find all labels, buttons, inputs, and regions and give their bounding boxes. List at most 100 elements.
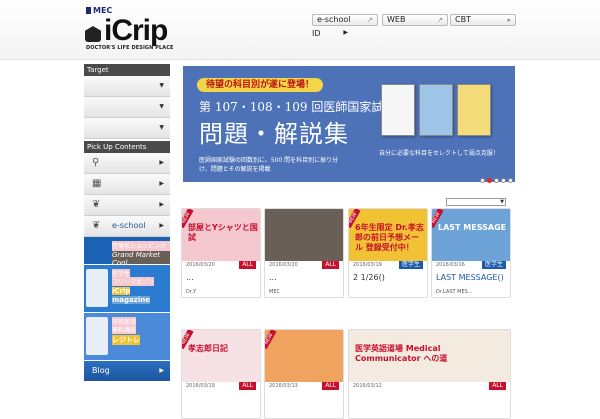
card-date: 2016/03/19 (186, 383, 215, 389)
card-thumbnail: 部屋とYシャツと国試 NEW (182, 209, 260, 261)
cbt-label: CBT (455, 15, 471, 24)
ad-line: フリーマガジン (112, 277, 155, 286)
ad-line: iCrip (112, 287, 131, 295)
book-cover-image (419, 84, 453, 136)
card-source: Dr.Y (186, 289, 197, 295)
content-card[interactable]: LAST MESSAGE NEW 2016/03/16 医学生 LAST MESSAGE… (431, 208, 511, 298)
target-item-1[interactable]: ▼ (84, 76, 170, 97)
banner-description: 医師国家試験の回数別に、500 問を科目別に振り分け、問題とその解説を掲載 (199, 157, 339, 173)
card-date: 2016/03/12 (353, 383, 382, 389)
card-thumbnail: LAST MESSAGE NEW (432, 209, 510, 261)
sort-select[interactable]: ▼ (446, 198, 506, 206)
card-date: 2016/03/13 (269, 383, 298, 389)
pickup-eschool[interactable]: ❦ e-school ▶ (84, 216, 170, 237)
target-item-2[interactable]: ▼ (84, 97, 170, 118)
thumbnail-text: 6年生限定 Dr.孝志郎の前日予想メール 登録受付中！ (355, 223, 424, 252)
card-title[interactable]: ... (269, 273, 341, 282)
id-label: ID (312, 29, 321, 38)
carousel-dot[interactable] (480, 178, 485, 183)
thumbnail-text: 医学英語道場 Medical Communicator への道 (355, 344, 448, 363)
card-source: MEC (269, 289, 280, 295)
carousel-dot[interactable] (494, 178, 499, 183)
target-heading: Target (84, 64, 170, 76)
card-date: 2016/03/19 (353, 262, 382, 268)
card-date: 2016/03/20 (186, 262, 215, 268)
eschool-button[interactable]: e-school ↗ (312, 14, 378, 26)
card-date: 2016/03/20 (269, 262, 298, 268)
card-thumbnail: NEW (265, 330, 343, 382)
icrip-logo-icon[interactable] (85, 26, 101, 42)
pickup-heading: Pick Up Contents (84, 141, 170, 153)
magazine-cover-image (86, 269, 108, 307)
thumbnail-text: 孝志郎日記 (188, 344, 228, 353)
card-category: 医学生 (481, 261, 506, 269)
card-category: ALL (489, 382, 506, 390)
chevron-right-icon: ▶ (159, 159, 164, 166)
external-link-icon: ↗ (367, 16, 373, 24)
grand-market-ad[interactable]: 医療系ショッピングサイト Grand Market Cool (84, 237, 170, 265)
card-category: 医学生 (398, 261, 423, 269)
leaf-icon: ❦ (92, 199, 101, 210)
book-cover-image (381, 84, 415, 136)
new-badge: NEW (265, 330, 277, 350)
chevron-right-icon: ▸ (507, 16, 511, 24)
carousel-dot[interactable] (501, 178, 506, 183)
card-category: ALL (239, 261, 256, 269)
icrip-logo[interactable]: iCrip (104, 16, 168, 46)
sidebar: Target ▼ ▼ ▼ Pick Up Contents ⚲ ▶ ▦ ▶ ❦ ▶ ❦… (84, 64, 170, 381)
web-button[interactable]: WEB ↗ (382, 14, 448, 26)
hero-banner[interactable]: 待望の科目別が遂に登場！ 第 107・108・109 回医師国家試験 問題・解説… (183, 66, 515, 182)
carousel-dot[interactable] (508, 178, 513, 183)
banner-side-text: 自分に必要な科目をセレクトして弱点克服！ (379, 150, 499, 157)
chevron-right-icon: ▶ (343, 29, 348, 36)
icrip-magazine-ad[interactable]: 医学生 フリーマガジン iCrip magazine (84, 265, 170, 313)
id-link[interactable]: ID ▶ (312, 29, 348, 38)
card-title[interactable]: ... (186, 273, 258, 282)
content-card[interactable]: 2016/03/20 ALL... MEC (264, 208, 344, 298)
pickup-search[interactable]: ⚲ ▶ (84, 153, 170, 174)
carousel-dot[interactable] (487, 178, 492, 183)
thumbnail-text: 部屋とYシャツと国試 (188, 223, 258, 242)
pickup-calendar[interactable]: ▦ ▶ (84, 174, 170, 195)
carousel-dots (480, 168, 515, 187)
card-date: 2016/03/16 (436, 262, 465, 268)
blog-label: Blog (92, 366, 110, 375)
chevron-right-icon: ▶ (159, 201, 164, 208)
content-card[interactable]: 孝志郎日記 NEW 2016/03/19 ALL (181, 329, 261, 419)
card-category: ALL (322, 382, 339, 390)
card-thumbnail (265, 209, 343, 261)
card-title[interactable]: LAST MESSAGE() (436, 273, 508, 282)
site-header: MEC iCrip DOCTOR'S LIFE DESIGN PLACE e-s… (0, 0, 600, 60)
card-thumbnail: 孝志郎日記 NEW (182, 330, 260, 382)
content-card[interactable]: NEW 2016/03/13 ALL (264, 329, 344, 419)
card-category: ALL (239, 382, 256, 390)
leaf-icon: ❦ (92, 220, 101, 231)
card-category: ALL (322, 261, 339, 269)
ad-line: レジトレ (112, 335, 140, 345)
eschool-link-label: e-school (112, 221, 146, 230)
chevron-right-icon: ▶ (159, 180, 164, 187)
content-card[interactable]: 部屋とYシャツと国試 NEW 2016/03/20 ALL... Dr.Y (181, 208, 261, 298)
external-link-icon: ↗ (437, 16, 443, 24)
card-thumbnail: 医学英語道場 Medical Communicator への道 (349, 330, 510, 382)
banner-tag: 待望の科目別が遂に登場！ (197, 78, 323, 92)
card-title[interactable]: 2 1/26() (353, 273, 425, 282)
rejitore-image (86, 317, 108, 355)
content-card[interactable]: 6年生限定 Dr.孝志郎の前日予想メール 登録受付中！ NEW 2016/03/19… (348, 208, 428, 298)
cbt-button[interactable]: CBT ▸ (450, 14, 516, 26)
card-source: Dr.LAST MES... (436, 289, 473, 295)
chevron-down-icon: ▼ (159, 124, 164, 131)
ad-line: Grand Market Cool (112, 251, 170, 264)
banner-title: 問題・解説集 (199, 120, 349, 148)
pickup-leaf[interactable]: ❦ ▶ (84, 195, 170, 216)
content-card[interactable]: 医学英語道場 Medical Communicator への道 2016/03/1… (348, 329, 511, 419)
target-item-3[interactable]: ▼ (84, 118, 170, 139)
ad-line: 無料講座 (112, 325, 137, 334)
card-thumbnail: 6年生限定 Dr.孝志郎の前日予想メール 登録受付中！ NEW (349, 209, 427, 261)
search-icon: ⚲ (92, 157, 100, 168)
thumbnail-text: LAST MESSAGE (438, 223, 507, 232)
chevron-down-icon: ▼ (159, 103, 164, 110)
blog-link[interactable]: Blog ▶ (84, 361, 170, 381)
rejitore-ad[interactable]: 研修医用 無料講座 レジトレ (84, 313, 170, 361)
eschool-label: e-school (317, 15, 351, 24)
